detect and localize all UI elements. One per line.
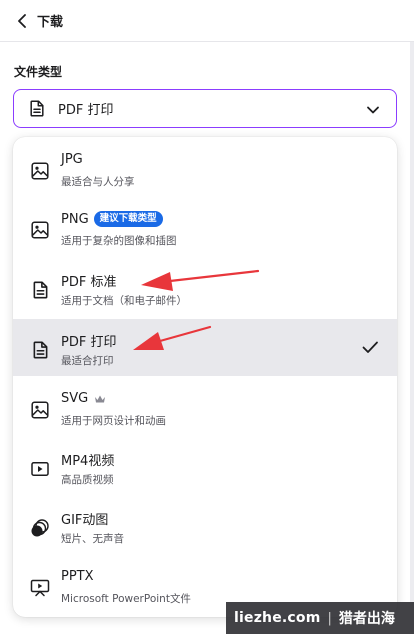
option-description: 短片、无声音 [61,533,124,545]
scrollbar-track[interactable] [410,42,414,632]
option-title: PNG [61,211,89,227]
watermark: liezhe.com | 猎者出海 [226,602,414,634]
presentation-icon [30,578,50,598]
crown-icon [94,394,106,404]
option-title: PPTX [61,569,94,584]
option-title: MP4视频 [61,454,115,469]
option-title: GIF动图 [61,513,109,528]
image-icon [30,400,50,420]
option-svg[interactable]: SVG 适用于网页设计和动画 [13,379,397,436]
document-icon [30,340,50,360]
option-jpg[interactable]: JPG 最适合与人分享 [13,140,397,197]
option-description: Microsoft PowerPoint文件 [61,593,191,605]
option-png[interactable]: PNG 建议下载类型 适用于复杂的图像和插图 [13,199,397,256]
chevron-down-icon [366,102,380,116]
option-title: PDF 打印 [61,335,117,350]
checkmark-icon [361,338,379,356]
watermark-name: 猎者出海 [338,611,395,627]
top-bar: 下载 [0,0,414,42]
recommended-badge: 建议下载类型 [93,211,163,227]
option-title: JPG [61,152,83,167]
option-title: PDF 标准 [61,275,117,290]
option-title: SVG [61,391,89,406]
option-description: 适用于复杂的图像和插图 [61,235,177,247]
watermark-separator: | [327,610,332,626]
chevron-left-icon [18,13,26,28]
option-pdf-standard[interactable]: PDF 标准 适用于文档（和电子邮件） [13,259,397,316]
watermark-site: liezhe.com [234,610,321,626]
option-gif[interactable]: GIF动图 短片、无声音 [13,497,397,554]
option-description: 最适合与人分享 [61,176,135,188]
selected-value: PDF 打印 [58,103,114,118]
file-type-select[interactable]: PDF 打印 [13,89,397,128]
document-icon [30,280,50,300]
back-button[interactable] [14,13,30,29]
image-icon [30,161,50,181]
option-description: 最适合打印 [61,355,114,367]
option-mp4[interactable]: MP4视频 高品质视频 [13,438,397,495]
option-description: 适用于网页设计和动画 [61,415,166,427]
video-icon [30,459,50,479]
document-icon [30,100,46,118]
file-type-dropdown: JPG 最适合与人分享 PNG 建议下载类型 适用于复杂的图像和插图 PDF 标… [13,137,397,617]
file-type-label: 文件类型 [14,65,63,79]
option-pdf-print[interactable]: PDF 打印 最适合打印 [13,319,397,376]
page-title: 下载 [37,15,64,30]
option-description: 适用于文档（和电子邮件） [61,295,187,307]
gif-icon [30,518,50,538]
image-icon [30,220,50,240]
option-description: 高品质视频 [61,474,114,486]
